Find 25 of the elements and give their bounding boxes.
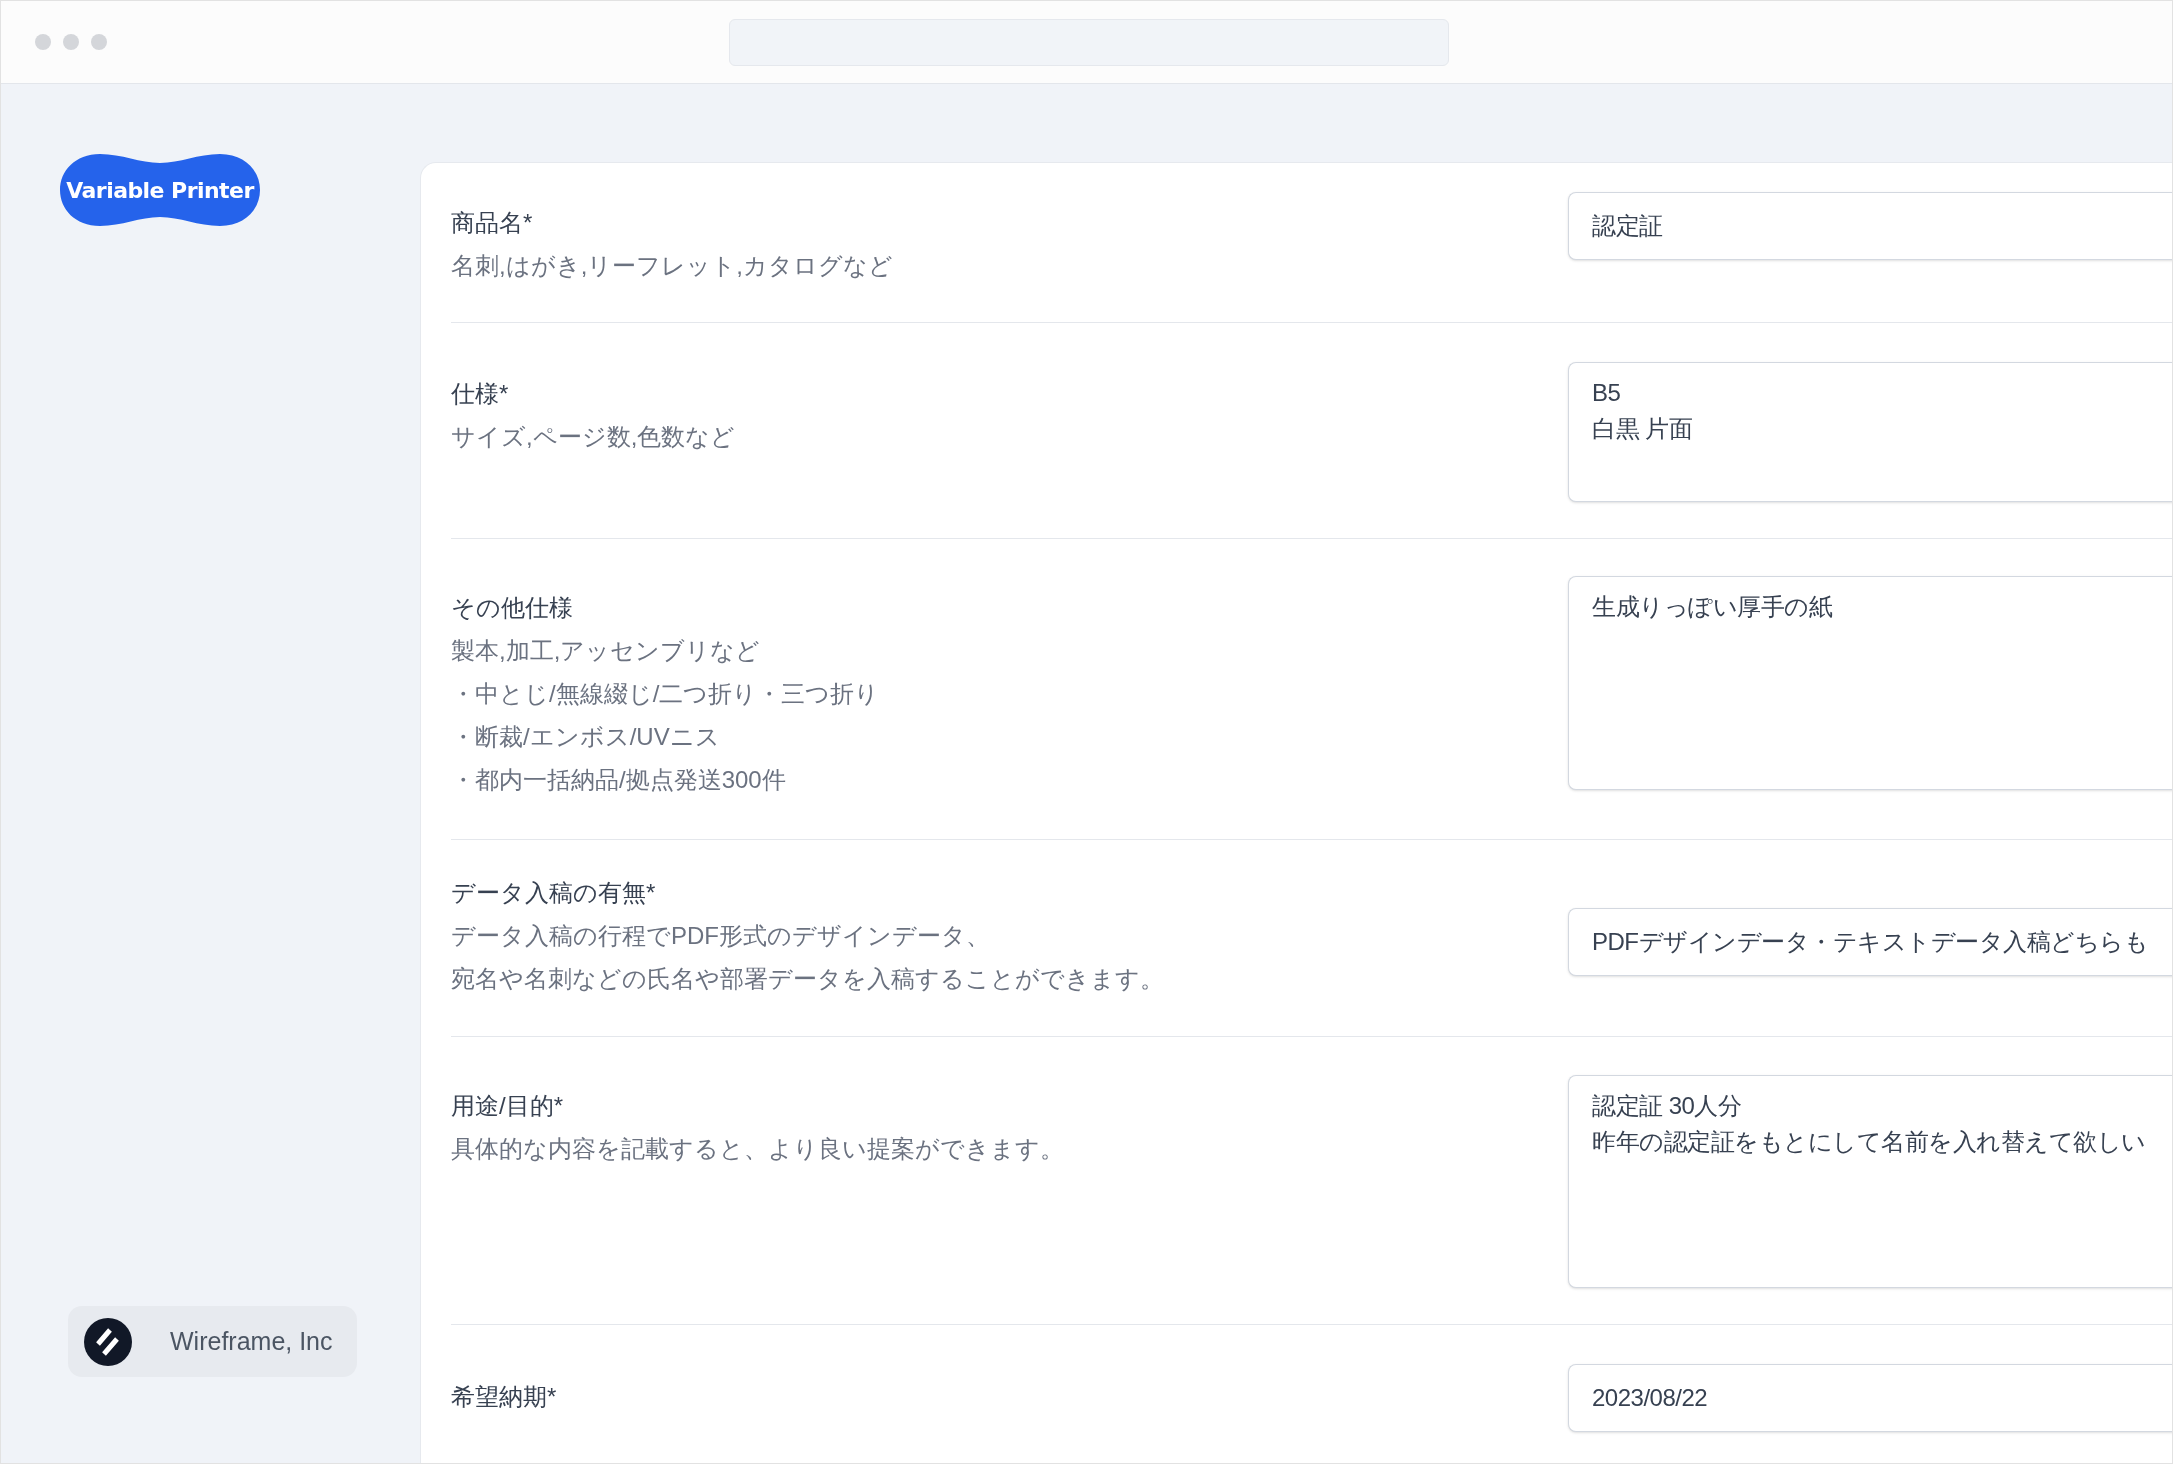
field-label: 用途/目的* (451, 1091, 563, 1121)
company-badge[interactable]: Wireframe, Inc (68, 1306, 357, 1377)
logo-badge[interactable]: Variable Printer (60, 153, 260, 227)
text-area[interactable]: 認定証 30人分 昨年の認定証をもとにして名前を入れ替えて欲しい (1568, 1075, 2172, 1288)
field-hint: データ入稿の行程でPDF形式のデザインデータ、 (451, 921, 990, 951)
field-hint: 製本,加工,アッセンブリなど (451, 636, 761, 666)
field-label: その他仕様 (451, 593, 573, 623)
field-hint: 名刺,はがき,リーフレット,カタログなど (451, 251, 893, 281)
slash-logo-icon (84, 1317, 132, 1366)
field-hint: 具体的な内容を記載すると、より良い提案ができます。 (451, 1134, 1064, 1164)
field-label: 希望納期* (451, 1382, 557, 1412)
company-name: Wireframe, Inc (170, 1325, 333, 1357)
text-area[interactable]: 生成りっぽい厚手の紙 (1568, 576, 2172, 790)
field-hint: サイズ,ページ数,色数など (451, 422, 736, 452)
input-field[interactable]: 認定証 (1568, 192, 2172, 260)
field-hint: ・中とじ/無線綴じ/二つ折り・三つ折り (451, 679, 880, 709)
field-label: 仕様* (451, 379, 509, 409)
field-label: 商品名* (451, 208, 533, 238)
field-hint: 宛名や名刺などの氏名や部署データを入稿することができます。 (451, 964, 1164, 994)
field-hint: ・断裁/エンボス/UVニス (451, 722, 720, 752)
input-field[interactable]: 2023/08/22 (1568, 1364, 2172, 1432)
text-area[interactable]: B5 白黒 片面 (1568, 362, 2172, 502)
field-hint: ・都内一括納品/拠点発送300件 (451, 765, 786, 795)
field-label: データ入稿の有無* (451, 878, 656, 908)
input-field[interactable]: PDFデザインデータ・テキストデータ入稿どちらも (1568, 908, 2172, 976)
